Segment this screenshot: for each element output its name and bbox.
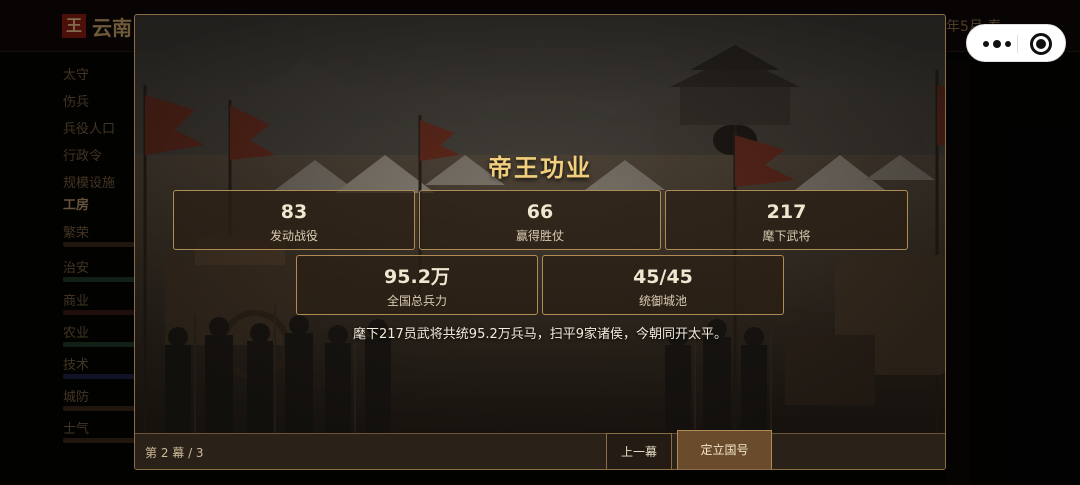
record-circle-icon[interactable]	[1030, 33, 1052, 55]
stat-value: 45/45	[633, 266, 693, 288]
stat-value: 66	[526, 201, 554, 223]
stat-card-cities: 45/45 统御城池	[542, 255, 784, 315]
stat-card-campaigns: 83 发动战役	[173, 190, 415, 250]
stat-value: 83	[280, 201, 308, 223]
stat-label: 发动战役	[269, 229, 318, 243]
stat-card-generals: 217 麾下武将	[665, 190, 908, 250]
more-dots-icon[interactable]	[981, 34, 1013, 54]
stat-card-troops: 95.2万 全国总兵力	[296, 255, 538, 315]
miniprogram-capsule	[966, 24, 1066, 62]
stat-label: 全国总兵力	[386, 294, 447, 308]
stat-label: 赢得胜仗	[515, 229, 564, 243]
page-indicator: 第 2 幕 / 3	[145, 446, 204, 460]
stat-card-victories: 66 赢得胜仗	[419, 190, 661, 250]
stat-value: 217	[766, 201, 807, 223]
stat-label: 统御城池	[638, 294, 687, 308]
modal-footer: 第 2 幕 / 3 上一幕 定立国号	[135, 430, 945, 469]
capsule-divider	[1017, 35, 1018, 53]
previous-act-button[interactable]: 上一幕	[606, 433, 672, 469]
achievement-modal: 帝王功业 83 发动战役 66 赢得胜仗 217 麾下武将 95.2万 全国总兵…	[134, 14, 946, 470]
modal-title: 帝王功业	[488, 154, 592, 182]
establish-dynasty-button[interactable]: 定立国号	[677, 430, 772, 469]
summary-text: 麾下217员武将共统95.2万兵马，扫平9家诸侯，今朝同开太平。	[352, 327, 728, 342]
stat-label: 麾下武将	[762, 229, 811, 243]
stat-value: 95.2万	[384, 266, 450, 288]
